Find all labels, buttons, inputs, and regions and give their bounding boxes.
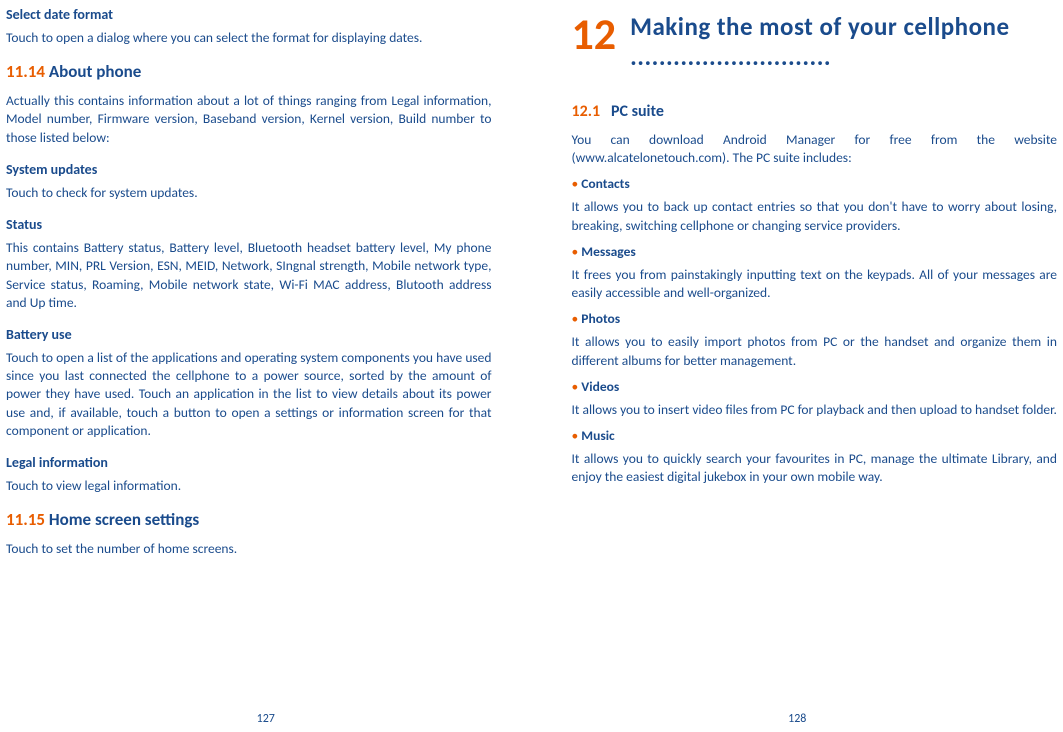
para-system-updates: Touch to check for system updates. — [6, 184, 492, 202]
para-select-date-format: Touch to open a dialog where you can sel… — [6, 29, 492, 47]
bullet-label: Music — [581, 427, 614, 444]
section-12-1-heading: 12.1 PC suite — [572, 102, 1058, 121]
bullet-dot-icon: • — [572, 310, 582, 327]
bullet-videos: • Videos — [572, 378, 1058, 395]
bullet-messages: • Messages — [572, 243, 1058, 260]
page-right: 12 Making the most of your cellphone ...… — [532, 0, 1063, 732]
section-number: 11.14 — [6, 61, 45, 82]
para-photos: It allows you to easily import photos fr… — [572, 333, 1058, 369]
para-status: This contains Battery status, Battery le… — [6, 239, 492, 312]
bullet-music: • Music — [572, 427, 1058, 444]
para-messages: It frees you from painstakingly inputtin… — [572, 266, 1058, 302]
para-battery-use: Touch to open a list of the applications… — [6, 349, 492, 440]
section-title: PC suite — [611, 102, 664, 121]
page-number-right: 128 — [532, 712, 1063, 726]
bullet-photos: • Photos — [572, 310, 1058, 327]
bullet-dot-icon: • — [572, 427, 582, 444]
page-left: Select date format Touch to open a dialo… — [0, 0, 532, 732]
heading-select-date-format: Select date format — [6, 6, 492, 23]
para-home-screen-settings: Touch to set the number of home screens. — [6, 540, 492, 558]
heading-system-updates: System updates — [6, 161, 492, 178]
heading-battery-use: Battery use — [6, 326, 492, 343]
bullet-label: Photos — [581, 310, 620, 327]
para-legal-information: Touch to view legal information. — [6, 477, 492, 495]
para-pc-suite-intro: You can download Android Manager for fre… — [572, 131, 1058, 167]
section-title: About phone — [45, 61, 141, 82]
heading-legal-information: Legal information — [6, 454, 492, 471]
bullet-label: Videos — [581, 378, 619, 395]
chapter-number: 12 — [572, 12, 617, 56]
para-about-phone: Actually this contains information about… — [6, 92, 492, 147]
bullet-contacts: • Contacts — [572, 175, 1058, 192]
para-music: It allows you to quickly search your fav… — [572, 450, 1058, 486]
para-contacts: It allows you to back up contact entries… — [572, 198, 1058, 234]
section-number: 12.1 — [572, 102, 601, 121]
page-number-left: 127 — [0, 712, 532, 726]
chapter-heading: 12 Making the most of your cellphone ...… — [572, 12, 1058, 72]
para-videos: It allows you to insert video files from… — [572, 401, 1058, 419]
section-number: 11.15 — [6, 509, 45, 530]
section-11-15-heading: 11.15 Home screen settings — [6, 509, 492, 530]
section-title: Home screen settings — [45, 509, 199, 530]
bullet-dot-icon: • — [572, 378, 582, 395]
chapter-title: Making the most of your cellphone ......… — [630, 12, 1057, 72]
bullet-dot-icon: • — [572, 243, 582, 260]
section-11-14-heading: 11.14 About phone — [6, 61, 492, 82]
bullet-label: Contacts — [581, 175, 629, 192]
bullet-label: Messages — [581, 243, 635, 260]
heading-status: Status — [6, 216, 492, 233]
bullet-dot-icon: • — [572, 175, 582, 192]
